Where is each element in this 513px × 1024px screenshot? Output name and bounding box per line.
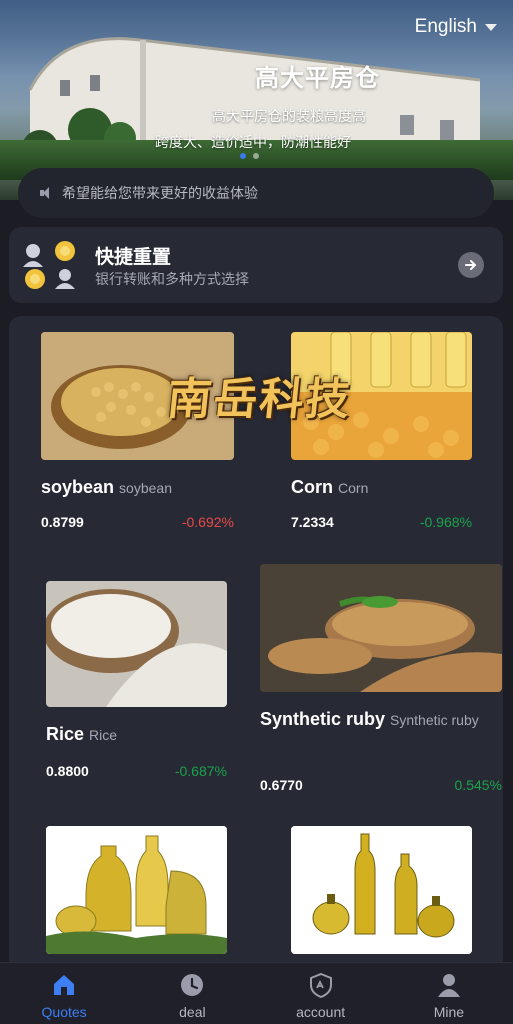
pagination-dot[interactable] xyxy=(253,153,259,159)
tab-label: account xyxy=(296,1004,346,1020)
product-price: 7.2334 xyxy=(291,514,334,530)
product-name-secondary: Synthetic ruby xyxy=(390,712,479,728)
product-change: 0.545% xyxy=(454,777,502,793)
banner-subtitle-1: 高大平房仓的装粮高度高 xyxy=(212,109,366,125)
oil-bottles-image[interactable] xyxy=(46,826,227,954)
user-icon xyxy=(437,974,460,997)
tab-label: deal xyxy=(179,1004,206,1020)
language-label: English xyxy=(414,16,477,37)
product-name-primary: soybean xyxy=(41,477,115,497)
quick-recharge-card[interactable]: 快捷重置 银行转账和多种方式选择 xyxy=(9,227,503,303)
quick-subtitle: 银行转账和多种方式选择 xyxy=(95,272,249,288)
product-price: 0.8800 xyxy=(46,763,89,779)
synthetic-ruby-image[interactable] xyxy=(260,564,502,692)
watermark-logo: 南岳科技 xyxy=(164,374,355,425)
product-name-primary: Corn xyxy=(291,477,333,497)
product-name-primary: Synthetic ruby xyxy=(260,709,386,729)
product-name[interactable]: Synthetic ruby Synthetic ruby xyxy=(260,705,490,734)
home-icon xyxy=(54,975,75,995)
notice-text: 希望能给您带来更好的收益体验 xyxy=(62,186,258,202)
arrow-right-icon[interactable] xyxy=(458,252,484,278)
tab-account[interactable]: account xyxy=(257,963,385,1024)
coins-users-icon xyxy=(23,241,75,289)
product-change: -0.692% xyxy=(181,514,234,530)
product-name-secondary: Corn xyxy=(338,480,369,496)
clock-icon xyxy=(181,974,204,996)
tab-mine[interactable]: Mine xyxy=(385,963,513,1024)
tab-label: Mine xyxy=(433,1004,465,1020)
bottom-tab-bar: Quotes deal account Mine xyxy=(0,962,513,1024)
product-price: 0.8799 xyxy=(41,514,84,530)
banner-pagination xyxy=(240,153,259,159)
rice-image[interactable] xyxy=(46,581,227,707)
banner-title: 高大平房仓 xyxy=(255,64,380,92)
product-name[interactable]: soybean soybean xyxy=(41,473,172,502)
language-selector[interactable]: English xyxy=(415,16,497,38)
tab-deal[interactable]: deal xyxy=(128,963,256,1024)
product-name-secondary: soybean xyxy=(119,480,172,496)
product-change: -0.968% xyxy=(419,514,472,530)
banner-subtitle-2: 跨度大、造价适中，防潮性能好 xyxy=(155,135,351,151)
notice-bar[interactable]: 希望能给您带来更好的收益体验 xyxy=(18,168,494,218)
product-change: -0.687% xyxy=(174,763,227,779)
quick-title: 快捷重置 xyxy=(95,246,172,268)
product-name-secondary: Rice xyxy=(89,727,118,743)
pagination-dot-active[interactable] xyxy=(240,153,246,159)
tab-label: Quotes xyxy=(41,1004,87,1020)
shield-icon xyxy=(309,972,332,999)
product-name[interactable]: Rice Rice xyxy=(46,720,117,749)
oil-bottles-image[interactable] xyxy=(291,826,472,954)
product-name[interactable]: Corn Corn xyxy=(291,473,368,502)
tab-quotes[interactable]: Quotes xyxy=(0,963,128,1024)
speaker-icon xyxy=(40,187,52,199)
product-price: 0.6770 xyxy=(260,777,303,793)
chevron-down-icon xyxy=(485,23,497,31)
product-name-primary: Rice xyxy=(46,724,85,744)
